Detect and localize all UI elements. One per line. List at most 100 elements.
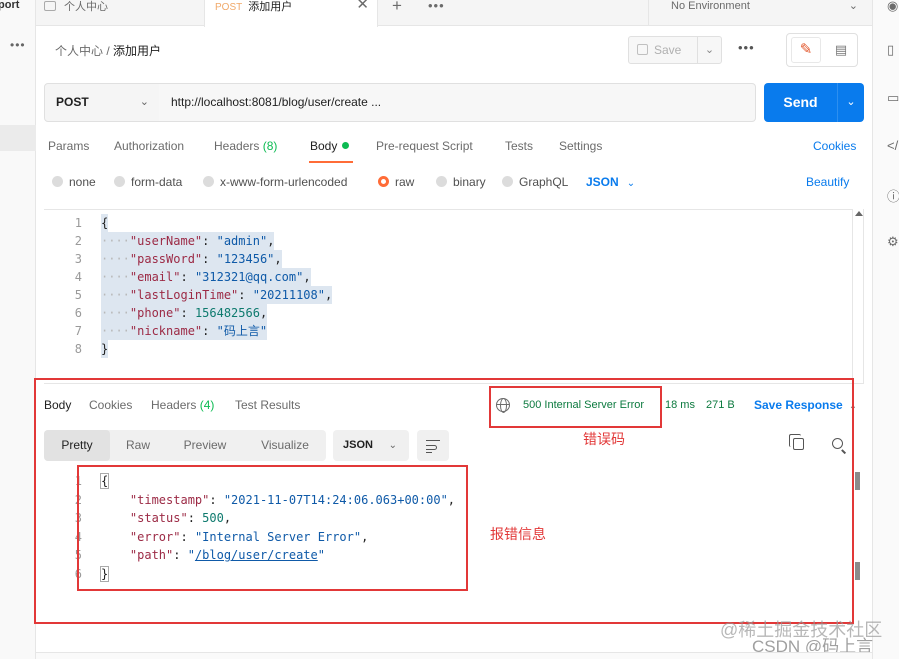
code-line[interactable]: 1{	[44, 214, 844, 232]
chevron-down-icon: ⌄	[139, 96, 149, 108]
breadcrumb-current[interactable]: 添加用户	[113, 44, 161, 58]
code-token: }	[101, 342, 109, 356]
sidebar-more-icon[interactable]: •••	[10, 38, 26, 52]
code-token: "lastLoginTime"	[129, 288, 239, 302]
code-token: "phone"	[129, 306, 181, 320]
tab-params[interactable]: Params	[48, 139, 89, 153]
more-icon[interactable]: •••	[428, 0, 445, 13]
code-token: "码上言"	[216, 324, 268, 338]
code-line[interactable]: 2 ····"userName": "admin",	[44, 232, 844, 250]
tab-label: Body	[310, 139, 338, 153]
tab-settings[interactable]: Settings	[559, 139, 602, 153]
view-mode-toggle: ✎ ▤	[786, 33, 858, 67]
code-token: :	[180, 270, 195, 284]
more-icon[interactable]: •••	[738, 40, 755, 55]
code-token: :	[180, 306, 195, 320]
code-token: "userName"	[129, 234, 203, 248]
body-format-select[interactable]: JSON ⌄	[586, 175, 635, 189]
annotation-error-info-label: 报错信息	[490, 526, 546, 542]
breadcrumb: 个人中心 / 添加用户	[55, 42, 161, 59]
document-icon[interactable]: ▯	[887, 42, 899, 58]
radio-graphql[interactable]: GraphQL	[502, 175, 568, 189]
annotation-error-code-label: 错误码	[583, 431, 625, 447]
sidebar-selected-item[interactable]	[0, 125, 36, 151]
pencil-icon[interactable]: ✎	[791, 37, 821, 63]
code-line[interactable]: 8}	[44, 340, 844, 358]
tab-label: Headers	[214, 139, 260, 153]
tab-authorization[interactable]: Authorization	[114, 139, 184, 153]
radio-x-www-form-urlencoded[interactable]: x-www-form-urlencoded	[203, 175, 347, 189]
cookies-link[interactable]: Cookies	[813, 139, 856, 153]
code-token: "passWord"	[129, 252, 203, 266]
code-token: ,	[267, 234, 275, 248]
code-icon[interactable]: </	[887, 138, 899, 154]
code-token: ····	[101, 234, 130, 248]
code-token: ····	[101, 252, 130, 266]
annotation-body-box	[77, 465, 468, 591]
tab-personal-center[interactable]: 个人中心	[44, 0, 204, 26]
code-line[interactable]: 5 ····"lastLoginTime": "20211108",	[44, 286, 844, 304]
line-text: }	[101, 340, 109, 358]
send-options-button[interactable]: ⌄	[837, 83, 864, 122]
code-token: {	[101, 216, 109, 230]
format-label: JSON	[586, 175, 619, 189]
radio-label: none	[69, 175, 96, 189]
status-bar	[36, 652, 872, 659]
scroll-up-icon[interactable]	[855, 211, 863, 216]
url-input[interactable]: http://localhost:8081/blog/user/create .…	[159, 83, 756, 122]
method-value: POST	[56, 95, 89, 109]
code-token: :	[202, 324, 217, 338]
code-line[interactable]: 6 ····"phone": 156482566,	[44, 304, 844, 322]
save-button[interactable]: Save	[628, 36, 698, 64]
line-number: 5	[74, 288, 82, 302]
radio-circle	[502, 176, 513, 187]
radio-raw[interactable]: raw	[378, 175, 414, 189]
tab-add-user[interactable]: POST 添加用户 ✕	[204, 0, 378, 27]
code-line[interactable]: 3 ····"passWord": "123456",	[44, 250, 844, 268]
comment-icon[interactable]: ▭	[887, 90, 899, 106]
annotation-status-box	[489, 386, 662, 428]
tab-label: Settings	[559, 139, 603, 153]
close-icon[interactable]: ✕	[356, 0, 369, 12]
chevron-down-icon: ⌄	[626, 178, 636, 189]
tab-headers[interactable]: Headers (8)	[214, 139, 277, 153]
beautify-button[interactable]: Beautify	[806, 175, 849, 189]
code-token: :	[202, 252, 217, 266]
radio-label: x-www-form-urlencoded	[220, 175, 348, 189]
save-options-button[interactable]: ⌄	[697, 36, 722, 64]
tab-body[interactable]: Body	[310, 139, 350, 153]
send-button[interactable]: Send	[764, 83, 837, 122]
sidebar-label-partial: port	[0, 0, 20, 11]
response-scrollbar-thumb[interactable]	[855, 562, 860, 580]
radio-form-data[interactable]: form-data	[114, 175, 182, 189]
line-text: ····"email": "312321@qq.com",	[101, 268, 311, 286]
save-label: Save	[654, 43, 682, 57]
response-scrollbar-thumb[interactable]	[855, 472, 860, 490]
tab-tests[interactable]: Tests	[505, 139, 533, 153]
radio-circle	[114, 176, 125, 187]
request-editor-scrollbar[interactable]	[852, 209, 864, 383]
radio-none[interactable]: none	[52, 175, 96, 189]
related-icon[interactable]: ⚙	[887, 234, 899, 250]
radio-label: raw	[395, 175, 415, 189]
breadcrumb-parent[interactable]: 个人中心	[55, 44, 103, 58]
code-line[interactable]: 7 ····"nickname": "码上言"	[44, 322, 844, 340]
code-token: "admin"	[216, 234, 268, 248]
code-token: "nickname"	[129, 324, 203, 338]
environment-selector[interactable]: No Environment ⌄	[648, 0, 872, 26]
method-select[interactable]: POST ⌄	[44, 83, 160, 122]
code-token: ····	[101, 288, 130, 302]
radio-label: binary	[453, 175, 486, 189]
radio-circle	[203, 176, 214, 187]
tab-count: (8)	[262, 139, 278, 153]
radio-binary[interactable]: binary	[436, 175, 486, 189]
tab-pre-request-script[interactable]: Pre-request Script	[376, 139, 473, 153]
request-body-editor[interactable]: 1{2 ····"userName": "admin", 3 ····"passWor…	[44, 209, 852, 375]
plus-icon[interactable]: +	[392, 0, 402, 16]
tab-label: 添加用户	[248, 1, 293, 13]
eye-icon[interactable]: ◉	[887, 0, 899, 14]
documentation-icon[interactable]: ▤	[827, 37, 855, 63]
code-line[interactable]: 4 ····"email": "312321@qq.com",	[44, 268, 844, 286]
info-icon[interactable]: ⓘ	[887, 186, 899, 204]
left-sidebar: port •••	[0, 0, 36, 659]
